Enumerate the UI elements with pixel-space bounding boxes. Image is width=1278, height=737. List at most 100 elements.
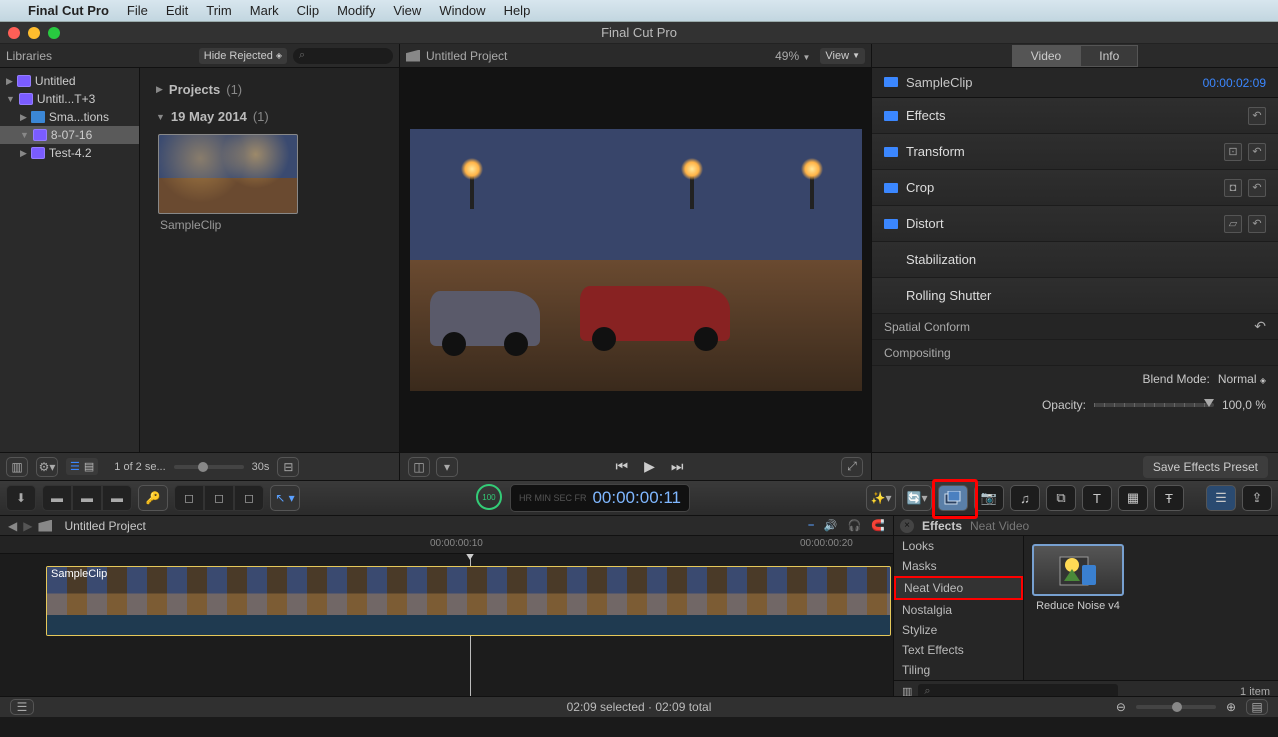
clear-search-icon[interactable]: ×: [900, 519, 914, 533]
tool-b[interactable]: ◻: [204, 485, 234, 511]
event-heading[interactable]: ▼ 19 May 2014 (1): [148, 103, 391, 130]
background-tasks-dial[interactable]: 100: [476, 484, 502, 510]
inspector-section-rolling-shutter[interactable]: Rolling Shutter: [872, 278, 1278, 314]
settings-gear-button[interactable]: ⚙▾: [36, 457, 58, 477]
app-name[interactable]: Final Cut Pro: [28, 3, 109, 18]
fullscreen-button[interactable]: ⤢: [841, 457, 863, 477]
viewer-canvas[interactable]: [400, 68, 871, 452]
compositing-row[interactable]: Compositing: [872, 340, 1278, 366]
blend-mode-value[interactable]: Normal ◈: [1218, 372, 1266, 386]
menu-clip[interactable]: Clip: [297, 3, 319, 18]
save-effects-preset-button[interactable]: Save Effects Preset: [1143, 456, 1268, 478]
keyword-button[interactable]: 🔑: [138, 485, 168, 511]
filmstrip-mode-button[interactable]: ▥: [6, 457, 28, 477]
prev-edit-button[interactable]: ⏮: [616, 458, 629, 475]
connect-clip-button[interactable]: ▬: [42, 485, 72, 511]
effects-category[interactable]: Masks: [894, 556, 1023, 576]
import-button[interactable]: ⬇: [6, 485, 36, 511]
inspector-section-distort[interactable]: Distort▱↶: [872, 206, 1278, 242]
effects-category[interactable]: Stylize: [894, 620, 1023, 640]
effects-category[interactable]: Tiling: [894, 660, 1023, 680]
solo-toggle[interactable]: 🎧: [848, 519, 862, 532]
inspector-tab-video[interactable]: Video: [1012, 45, 1080, 67]
inspector-section-stabilization[interactable]: Stabilization: [872, 242, 1278, 278]
timeline-index-button[interactable]: ☰: [1206, 485, 1236, 511]
inspector-section-crop[interactable]: Crop◘↶: [872, 170, 1278, 206]
reset-icon[interactable]: ↶: [1248, 179, 1266, 197]
menu-edit[interactable]: Edit: [166, 3, 188, 18]
menu-mark[interactable]: Mark: [250, 3, 279, 18]
inspector-section-transform[interactable]: Transform⊡↶: [872, 134, 1278, 170]
zoom-window-button[interactable]: [48, 27, 60, 39]
library-item[interactable]: ▶Test-4.2: [0, 144, 139, 162]
photos-browser-button[interactable]: 📷: [974, 485, 1004, 511]
skimming-toggle[interactable]: ⎯: [808, 519, 814, 532]
generators-browser-button[interactable]: ▦: [1118, 485, 1148, 511]
viewer-zoom-menu[interactable]: 49% ▼: [775, 49, 810, 63]
timeline-index-toggle[interactable]: ☰: [10, 699, 34, 715]
reset-icon[interactable]: ↶: [1248, 107, 1266, 125]
libraries-search[interactable]: ⌕: [293, 48, 393, 64]
menu-modify[interactable]: Modify: [337, 3, 375, 18]
library-item[interactable]: ▶Sma...tions: [0, 108, 139, 126]
transform-dropdown[interactable]: ▾: [436, 457, 458, 477]
effect-item-thumbnail[interactable]: [1032, 544, 1124, 596]
spatial-conform-row[interactable]: Spatial Conform↶: [872, 314, 1278, 340]
tool-icon[interactable]: ⊡: [1224, 143, 1242, 161]
timeline-zoom-slider[interactable]: [1136, 705, 1216, 709]
effects-category[interactable]: Looks: [894, 536, 1023, 556]
zoom-out-button[interactable]: ⊖: [1116, 700, 1126, 714]
menu-trim[interactable]: Trim: [206, 3, 232, 18]
themes-browser-button[interactable]: Ŧ: [1154, 485, 1184, 511]
share-button[interactable]: ⇪: [1242, 485, 1272, 511]
timeline-history-back[interactable]: ◀: [8, 519, 17, 533]
zoom-in-button[interactable]: ⊕: [1226, 700, 1236, 714]
titles-browser-button[interactable]: T: [1082, 485, 1112, 511]
inspector-section-effects[interactable]: Effects↶: [872, 98, 1278, 134]
tool-a[interactable]: ◻: [174, 485, 204, 511]
snapping-toggle[interactable]: 🧲: [871, 519, 885, 532]
play-button[interactable]: ▶: [644, 458, 655, 475]
projects-heading[interactable]: ▶ Projects (1): [148, 76, 391, 103]
insert-clip-button[interactable]: ▬: [72, 485, 102, 511]
tool-icon[interactable]: ◘: [1224, 179, 1242, 197]
menu-file[interactable]: File: [127, 3, 148, 18]
tool-c[interactable]: ◻: [234, 485, 264, 511]
effects-category[interactable]: Nostalgia: [894, 600, 1023, 620]
append-clip-button[interactable]: ▬: [102, 485, 132, 511]
reset-icon[interactable]: ↶: [1254, 318, 1266, 335]
thumb-size-slider[interactable]: [174, 465, 244, 469]
viewer-view-menu[interactable]: View ▼: [820, 48, 865, 64]
menu-view[interactable]: View: [393, 3, 421, 18]
menu-help[interactable]: Help: [504, 3, 531, 18]
audio-skimming-toggle[interactable]: 🔊: [824, 519, 838, 532]
select-tool-button[interactable]: ↖ ▾: [270, 485, 300, 511]
clip-appearance-toggle[interactable]: ▤: [1246, 699, 1268, 715]
reset-icon[interactable]: ↶: [1248, 215, 1266, 233]
music-browser-button[interactable]: ♫: [1010, 485, 1040, 511]
close-window-button[interactable]: [8, 27, 20, 39]
next-edit-button[interactable]: ⏭: [671, 458, 684, 475]
library-item[interactable]: ▶Untitled: [0, 72, 139, 90]
timeline-clip[interactable]: SampleClip: [46, 566, 891, 636]
enhance-menu-button[interactable]: ✨▾: [866, 485, 896, 511]
retime-menu-button[interactable]: 🔄▾: [902, 485, 932, 511]
minimize-window-button[interactable]: [28, 27, 40, 39]
timecode-display[interactable]: HR MIN SEC FR 00:00:00:11: [510, 484, 690, 512]
effects-category[interactable]: Text Effects: [894, 640, 1023, 660]
inspector-tab-info[interactable]: Info: [1080, 45, 1138, 67]
tool-icon[interactable]: ▱: [1224, 215, 1242, 233]
opacity-slider[interactable]: [1094, 403, 1214, 407]
effects-category[interactable]: Neat Video: [894, 576, 1023, 600]
hide-rejected-dropdown[interactable]: Hide Rejected ◈: [199, 48, 287, 64]
clip-appearance-button[interactable]: ⊟: [277, 457, 299, 477]
clip-thumbnail[interactable]: [158, 134, 298, 214]
timeline-history-fwd[interactable]: ▶: [23, 519, 32, 533]
library-item[interactable]: ▼Untitl...T+3: [0, 90, 139, 108]
view-mode-segment[interactable]: ☰▤: [66, 458, 98, 475]
timeline-body[interactable]: SampleClip: [0, 554, 893, 702]
menu-window[interactable]: Window: [439, 3, 485, 18]
transitions-browser-button[interactable]: ⧉: [1046, 485, 1076, 511]
reset-icon[interactable]: ↶: [1248, 143, 1266, 161]
timeline-ruler[interactable]: 00:00:00:1000:00:00:20: [0, 536, 893, 554]
